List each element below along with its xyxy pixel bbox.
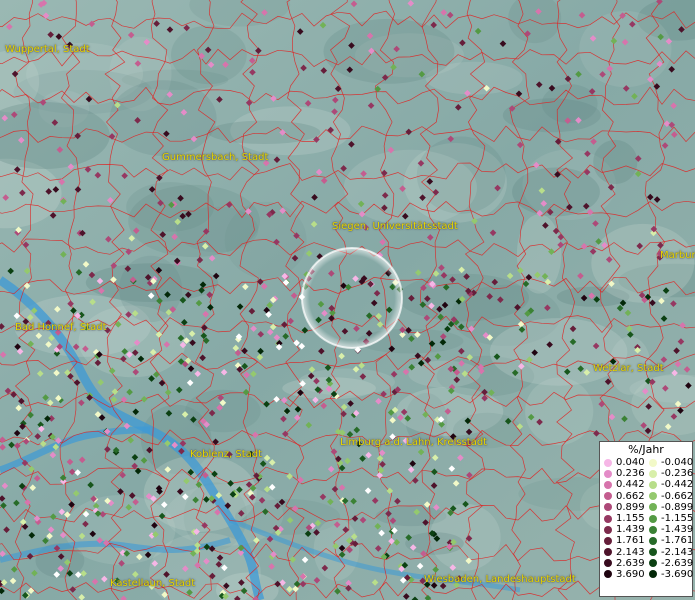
legend-entry: 0.442 <box>600 479 645 490</box>
legend-swatch-icon <box>649 525 657 534</box>
legend-swatch-icon <box>649 458 657 467</box>
legend-row: 0.442 -0.442 <box>600 479 694 491</box>
legend-swatch-icon <box>649 514 657 523</box>
legend-label: -0.662 <box>661 490 694 502</box>
legend-label: -1.439 <box>661 524 694 536</box>
city-label: Bad Honnef, Stadt <box>15 322 107 333</box>
legend-swatch-icon <box>604 548 612 557</box>
legend-row: 0.236 -0.236 <box>600 468 694 480</box>
map-view[interactable]: Wuppertal, Stadt Gummersbach, Stadt Siegen… <box>0 0 695 600</box>
legend-swatch-icon <box>604 559 612 568</box>
city-label: Wiesbaden, Landeshauptstadt <box>424 574 576 585</box>
legend-row: 2.143 -2.143 <box>600 546 694 558</box>
legend-entry: 0.899 <box>600 502 645 513</box>
legend-label: 1.155 <box>616 513 645 525</box>
legend-entry: -1.439 <box>645 524 694 536</box>
legend-swatch-icon <box>604 480 612 489</box>
legend-entry: 0.040 <box>600 457 645 468</box>
legend-swatch-icon <box>649 480 657 489</box>
city-label: Siegen, Universitätsstadt <box>332 221 458 232</box>
relief-shape <box>489 318 628 386</box>
map-canvas[interactable] <box>0 0 695 600</box>
legend-label: -0.040 <box>661 457 694 469</box>
legend-row: 1.155 -1.155 <box>600 513 694 525</box>
legend-swatch-icon <box>649 536 657 545</box>
legend-entry: 0.236 <box>600 468 645 479</box>
legend-label: -2.639 <box>661 557 694 569</box>
legend-swatch-icon <box>604 536 612 545</box>
legend-swatch-icon <box>604 458 612 467</box>
legend-label: 3.690 <box>616 568 645 580</box>
legend-swatch-icon <box>604 469 612 478</box>
city-label: Kastellaun, Stadt <box>110 578 196 589</box>
legend-title: %/Jahr <box>628 443 664 456</box>
legend-row: 1.761 -1.761 <box>600 535 694 547</box>
legend-swatch-icon <box>649 570 657 579</box>
legend-entry: -2.639 <box>645 557 694 569</box>
legend-label: 0.236 <box>616 468 645 480</box>
city-label: Wetzlar, Stadt <box>593 363 664 374</box>
legend-label: 0.040 <box>616 457 645 469</box>
legend-entry: 3.690 <box>600 569 645 580</box>
legend-entry: 0.662 <box>600 491 645 502</box>
legend-entry: -2.143 <box>645 546 694 558</box>
legend-entry: -0.662 <box>645 490 694 502</box>
legend-label: 1.439 <box>616 524 645 536</box>
legend-label: 0.899 <box>616 501 645 513</box>
legend-swatch-icon <box>649 503 657 512</box>
legend-swatch-icon <box>649 548 657 557</box>
legend-swatch-icon <box>604 503 612 512</box>
legend-entry: -0.899 <box>645 501 694 513</box>
legend-row: 0.040 -0.040 <box>600 457 694 469</box>
legend-label: 2.143 <box>616 546 645 558</box>
legend-label: 0.442 <box>616 479 645 491</box>
legend-swatch-icon <box>604 514 612 523</box>
legend-entry: 1.761 <box>600 535 645 546</box>
relief-shape <box>323 18 455 84</box>
legend-entry: -0.236 <box>645 468 694 480</box>
legend-entry: -1.155 <box>645 513 694 525</box>
legend: %/Jahr 0.040 -0.040 0.236 -0.236 0.442 -0.442… <box>599 441 693 597</box>
city-label: Limburg a.d. Lahn, Kreisstadt <box>340 437 488 448</box>
legend-label: 2.639 <box>616 557 645 569</box>
legend-label: -1.155 <box>661 513 694 525</box>
legend-row: 0.899 -0.899 <box>600 501 694 513</box>
relief-shape <box>525 377 594 446</box>
legend-label: -0.442 <box>661 479 694 491</box>
city-label: Marburg <box>660 250 695 261</box>
selection-circle[interactable] <box>301 247 403 349</box>
legend-row: 0.662 -0.662 <box>600 490 694 502</box>
legend-swatch-icon <box>604 492 612 501</box>
legend-swatch-icon <box>604 525 612 534</box>
legend-row: 1.439 -1.439 <box>600 524 694 536</box>
city-label: Wuppertal, Stadt <box>5 44 90 55</box>
legend-rows: 0.040 -0.040 0.236 -0.236 0.442 -0.442 0.662 -0… <box>600 457 694 580</box>
city-label: Koblenz, Stadt <box>190 449 263 460</box>
legend-entry: -0.442 <box>645 479 694 491</box>
legend-label: 1.761 <box>616 535 645 547</box>
legend-entry: 1.439 <box>600 524 645 535</box>
legend-row: 3.690 -3.690 <box>600 568 694 580</box>
legend-label: -2.143 <box>661 546 694 558</box>
city-label: Gummersbach, Stadt <box>162 152 269 163</box>
legend-entry: 2.639 <box>600 558 645 569</box>
legend-label: -3.690 <box>661 568 694 580</box>
relief-shape <box>207 120 321 144</box>
legend-row: 2.639 -2.639 <box>600 557 694 569</box>
legend-entry: -1.761 <box>645 535 694 547</box>
legend-swatch-icon <box>649 559 657 568</box>
legend-swatch-icon <box>604 570 612 579</box>
legend-swatch-icon <box>649 469 657 478</box>
legend-swatch-icon <box>649 492 657 501</box>
legend-entry: 1.155 <box>600 513 645 524</box>
legend-label: -0.236 <box>661 468 694 480</box>
legend-label: -0.899 <box>661 501 694 513</box>
legend-label: 0.662 <box>616 490 645 502</box>
legend-entry: -0.040 <box>645 457 694 469</box>
legend-entry: -3.690 <box>645 568 694 580</box>
legend-entry: 2.143 <box>600 547 645 558</box>
legend-label: -1.761 <box>661 535 694 547</box>
relief-shape <box>408 360 481 388</box>
